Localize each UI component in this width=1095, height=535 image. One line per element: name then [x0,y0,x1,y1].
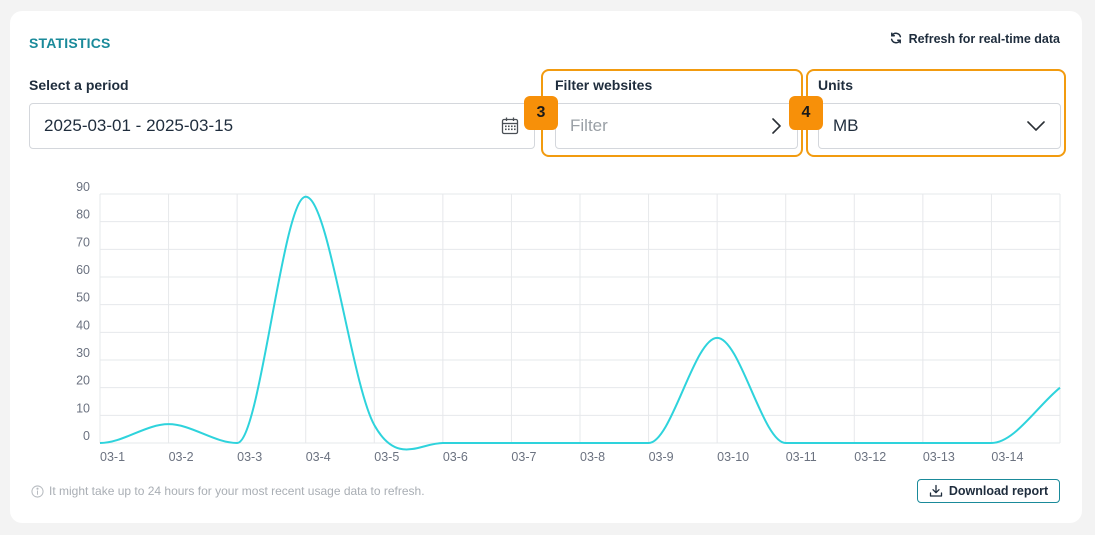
x-tick-label: 03-8 [580,450,605,464]
y-tick-label: 80 [76,208,90,222]
x-tick-label: 03-10 [717,450,749,464]
y-tick-label: 30 [76,346,90,360]
refresh-note-text: It might take up to 24 hours for your mo… [49,484,425,498]
y-tick-label: 50 [76,291,90,305]
y-tick-label: 90 [76,180,90,194]
x-tick-label: 03-4 [306,450,331,464]
x-tick-label: 03-13 [923,450,955,464]
download-report-button[interactable]: Download report [917,479,1060,503]
x-tick-label: 03-2 [169,450,194,464]
download-report-label: Download report [948,484,1049,498]
x-tick-label: 03-11 [786,450,817,464]
x-tick-label: 03-6 [443,450,468,464]
x-tick-label: 03-3 [237,450,262,464]
x-tick-label: 03-9 [649,450,674,464]
y-tick-label: 0 [83,429,90,443]
info-icon [31,484,44,498]
y-tick-label: 10 [76,401,90,415]
y-tick-label: 40 [76,318,90,332]
x-tick-label: 03-7 [511,450,536,464]
y-tick-label: 20 [76,374,90,388]
x-tick-label: 03-12 [854,450,886,464]
refresh-note: It might take up to 24 hours for your mo… [31,484,425,498]
x-tick-label: 03-1 [100,450,125,464]
y-tick-label: 70 [76,235,90,249]
y-tick-label: 60 [76,263,90,277]
usage-line-chart: 0 10 20 30 40 50 60 70 80 90 03-1 03-2 03-3 03-4 03-5… [76,180,1061,464]
download-icon [929,484,943,498]
x-tick-label: 03-14 [991,450,1023,464]
x-tick-label: 03-5 [374,450,399,464]
